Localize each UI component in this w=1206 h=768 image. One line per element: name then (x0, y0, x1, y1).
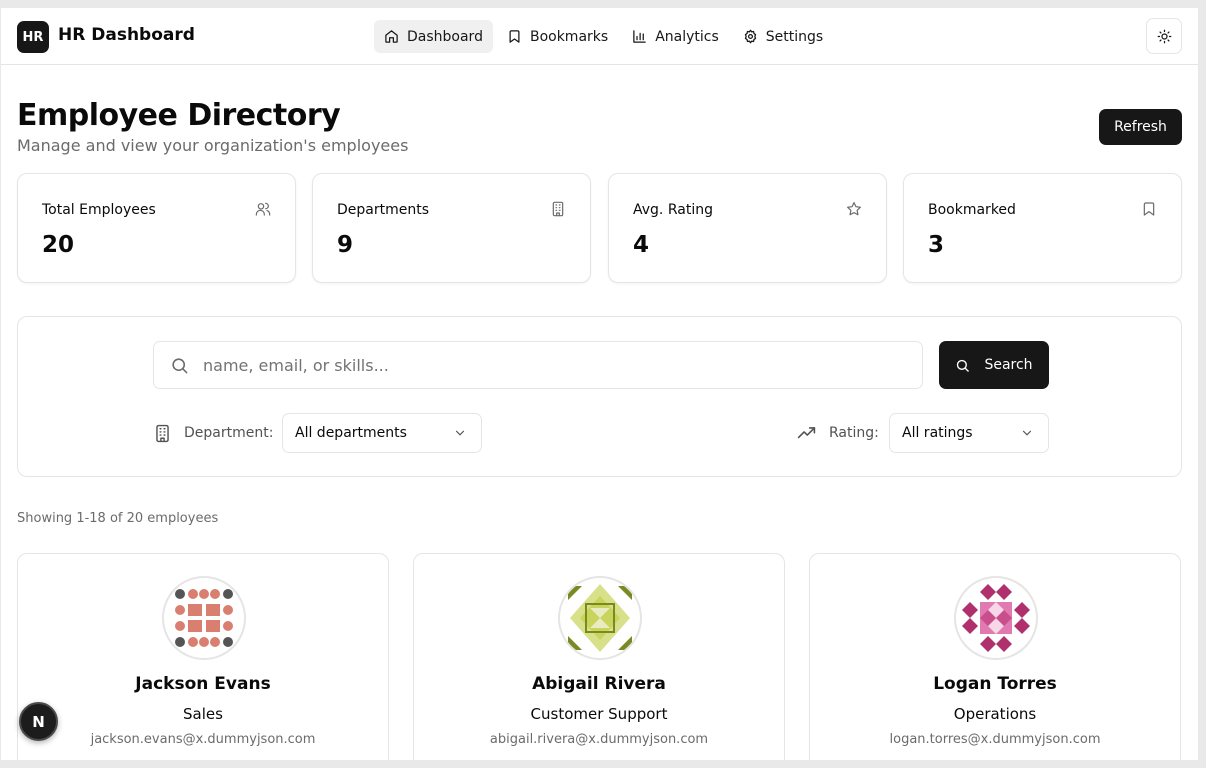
search-input[interactable] (203, 355, 903, 375)
nav-bookmarks[interactable]: Bookmarks (497, 20, 618, 53)
stat-card-avg-rating: Avg. Rating 4 (608, 173, 887, 283)
nav-analytics[interactable]: Analytics (622, 20, 729, 53)
employee-department: Customer Support (530, 705, 668, 723)
users-icon (255, 202, 271, 216)
page-title: Employee Directory (17, 98, 341, 133)
app-window: HR HR Dashboard Dashboard Bookmarks Anal… (1, 8, 1198, 760)
search-icon (957, 359, 970, 372)
page-subtitle: Manage and view your organization's empl… (17, 136, 409, 155)
home-icon (385, 30, 398, 43)
department-select[interactable]: All departments (282, 413, 482, 453)
rating-select[interactable]: All ratings (889, 413, 1049, 453)
department-select-value: All departments (295, 425, 407, 441)
employee-card[interactable]: Logan Torres Operations logan.torres@x.d… (809, 553, 1181, 760)
stat-value: 4 (633, 232, 650, 258)
rating-select-value: All ratings (902, 425, 973, 441)
filter-panel: Search Department: All departments Ratin… (17, 316, 1182, 477)
stat-card-bookmarked: Bookmarked 3 (903, 173, 1182, 283)
search-field[interactable] (153, 341, 923, 389)
nav-dashboard[interactable]: Dashboard (374, 20, 493, 53)
bookmark-icon (1143, 202, 1155, 216)
employee-department: Operations (953, 705, 1037, 723)
app-logo[interactable]: HR (17, 21, 49, 53)
top-navigation-bar: HR HR Dashboard Dashboard Bookmarks Anal… (1, 8, 1198, 65)
bookmark-icon (509, 30, 520, 43)
employee-email: jackson.evans@x.dummyjson.com (90, 732, 316, 747)
stat-label: Avg. Rating (633, 202, 713, 218)
main-nav: Dashboard Bookmarks Analytics Settings (374, 20, 833, 53)
stat-value: 9 (337, 232, 354, 258)
search-button-label: Search (984, 357, 1033, 373)
theme-toggle-button[interactable] (1146, 18, 1182, 54)
gear-icon (744, 29, 756, 44)
employee-card[interactable]: Jackson Evans Sales jackson.evans@x.dumm… (17, 553, 389, 760)
stat-label: Bookmarked (928, 202, 1016, 218)
building-icon (552, 201, 564, 217)
bar-chart-icon (633, 30, 646, 43)
star-icon (847, 202, 861, 216)
employee-name: Logan Torres (933, 674, 1057, 694)
avatar-pattern (568, 584, 632, 652)
nextjs-dev-badge[interactable]: N (19, 702, 58, 741)
nav-dashboard-label: Dashboard (407, 28, 483, 45)
nav-settings[interactable]: Settings (733, 20, 833, 53)
stat-card-departments: Departments 9 (312, 173, 591, 283)
results-count: Showing 1-18 of 20 employees (17, 511, 219, 526)
stat-label: Departments (337, 202, 430, 218)
building-icon (156, 424, 169, 443)
stat-card-total-employees: Total Employees 20 (17, 173, 296, 283)
search-button[interactable]: Search (939, 341, 1049, 389)
employee-department: Sales (183, 705, 223, 723)
employee-email: abigail.rivera@x.dummyjson.com (489, 732, 709, 747)
stat-label: Total Employees (42, 202, 156, 218)
stat-value: 3 (928, 232, 945, 258)
trending-up-icon (797, 427, 816, 439)
avatar-pattern (962, 584, 1030, 652)
chevron-down-icon (455, 430, 465, 436)
sun-icon (1157, 29, 1171, 43)
employee-name: Jackson Evans (135, 674, 271, 694)
avatar (954, 576, 1038, 660)
stat-value: 20 (42, 232, 75, 258)
nav-settings-label: Settings (765, 28, 824, 45)
app-title[interactable]: HR Dashboard (58, 25, 195, 45)
department-filter-label: Department: (184, 425, 274, 441)
rating-filter-label: Rating: (829, 425, 879, 441)
search-icon (172, 357, 188, 373)
nav-analytics-label: Analytics (655, 28, 719, 45)
chevron-down-icon (1022, 430, 1032, 436)
avatar-pattern (175, 589, 233, 647)
avatar (162, 576, 246, 660)
avatar (558, 576, 642, 660)
employee-email: logan.torres@x.dummyjson.com (889, 732, 1101, 747)
employee-name: Abigail Rivera (532, 674, 666, 694)
employee-card[interactable]: Abigail Rivera Customer Support abigail.… (413, 553, 785, 760)
nav-bookmarks-label: Bookmarks (529, 28, 609, 45)
refresh-button[interactable]: Refresh (1099, 109, 1182, 145)
